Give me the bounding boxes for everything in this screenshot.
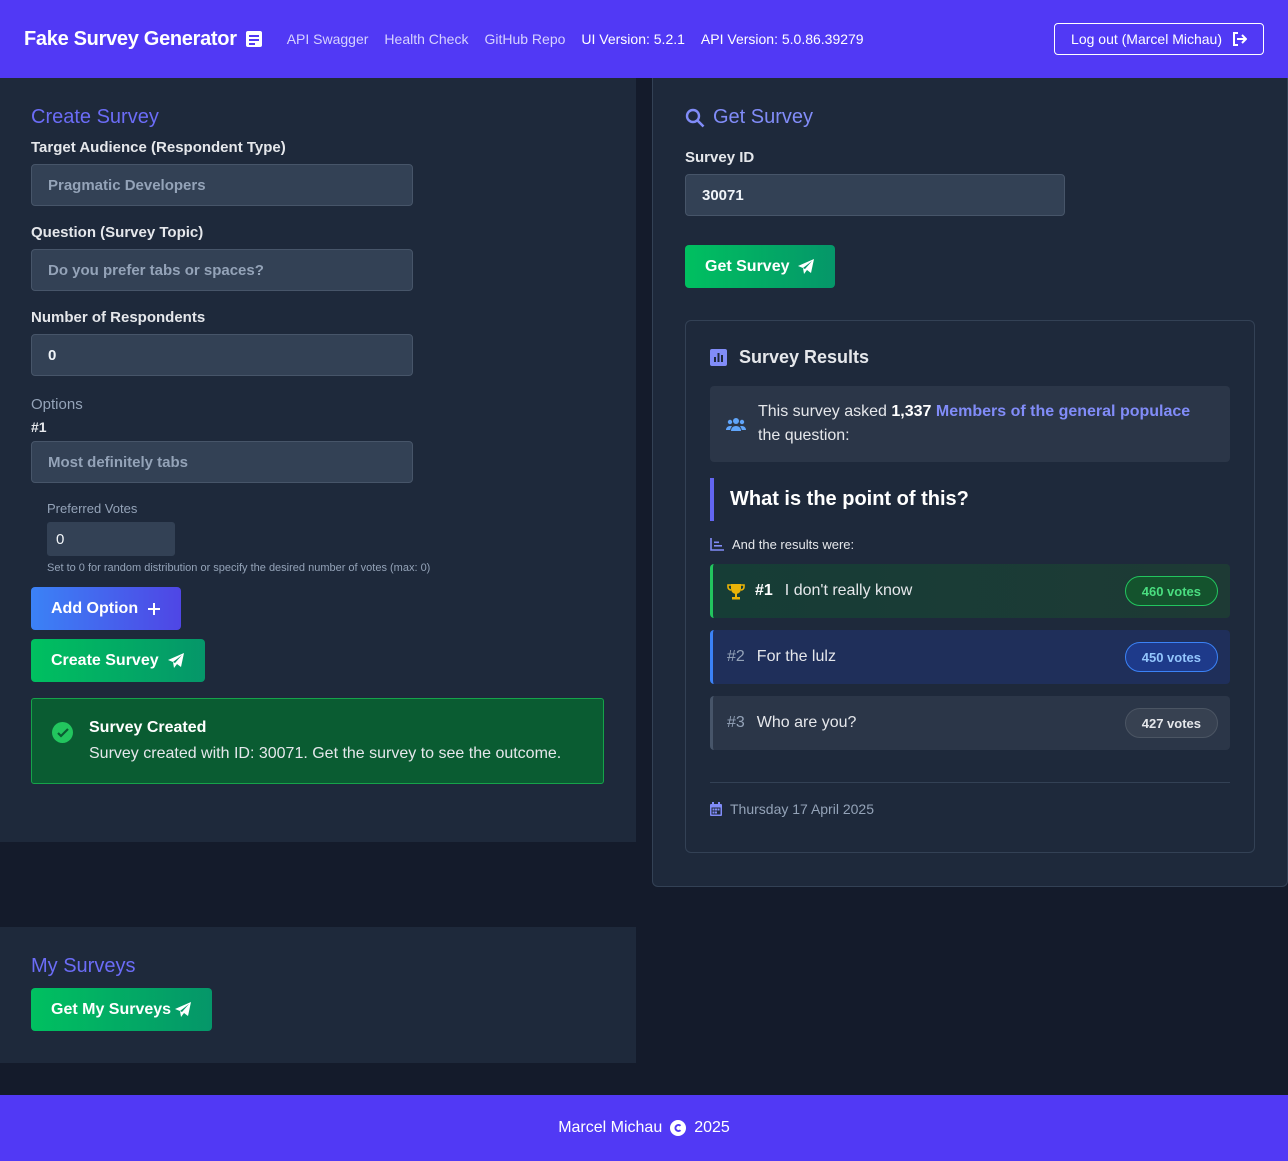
- get-my-surveys-label: Get My Surveys: [51, 1000, 172, 1018]
- question-label: Question (Survey Topic): [31, 224, 204, 241]
- result-label: For the lulz: [756, 648, 836, 665]
- survey-results-card: Survey Results This survey asked 1,337 M…: [685, 320, 1255, 853]
- audience-label: Target Audience (Respondent Type): [31, 139, 286, 156]
- survey-question: What is the point of this?: [710, 478, 1230, 521]
- add-option-button[interactable]: Add Option: [31, 587, 182, 630]
- alert-title: Survey Created: [89, 719, 207, 736]
- chart-bar-icon: [710, 349, 727, 366]
- get-survey-button[interactable]: Get Survey: [685, 245, 836, 288]
- search-icon: [685, 108, 705, 128]
- votes-badge: 460 votes: [1124, 576, 1218, 606]
- footer: Marcel Michau 2025: [0, 1095, 1288, 1161]
- preferred-votes-help: Set to 0 for random distribution or spec…: [47, 562, 431, 574]
- survey-results-title: Survey Results: [739, 347, 870, 367]
- respondent-count: 1,337: [891, 403, 932, 420]
- results-subtitle-row: And the results were:: [710, 537, 1230, 552]
- nav-link-api-swagger[interactable]: API Swagger: [287, 31, 369, 47]
- get-survey-label: Get Survey: [705, 257, 790, 275]
- result-rank: #3: [727, 714, 745, 731]
- trophy-icon: [727, 583, 745, 600]
- paper-plane-icon: [798, 258, 815, 275]
- nav-link-health-check[interactable]: Health Check: [384, 31, 468, 47]
- survey-id-label: Survey ID: [685, 149, 755, 166]
- create-survey-label: Create Survey: [51, 651, 159, 669]
- preferred-votes-label: Preferred Votes: [47, 501, 138, 516]
- add-option-label: Add Option: [51, 599, 139, 617]
- audience-input[interactable]: Pragmatic Developers: [31, 164, 413, 206]
- preferred-votes-input[interactable]: 0: [47, 522, 175, 556]
- create-survey-panel: Create Survey Target Audience (Responden…: [0, 78, 636, 842]
- create-survey-title: Create Survey: [31, 106, 159, 128]
- logout-button[interactable]: Log out (Marcel Michau): [1054, 23, 1264, 55]
- paper-plane-icon: [175, 1001, 192, 1018]
- result-label: I don't really know: [784, 582, 913, 599]
- question-input[interactable]: Do you prefer tabs or spaces?: [31, 249, 413, 291]
- logout-label: Log out (Marcel Michau): [1071, 31, 1222, 47]
- api-version: API Version: 5.0.86.39279: [700, 31, 864, 47]
- survey-info-box: This survey asked 1,337 Members of the g…: [710, 386, 1230, 462]
- get-survey-panel: Get Survey Survey ID 30071 Get Survey Su…: [652, 78, 1288, 887]
- footer-author: Marcel Michau: [558, 1119, 663, 1136]
- options-label: Options: [31, 396, 83, 413]
- nav-link-github-repo[interactable]: GitHub Repo: [484, 31, 565, 47]
- result-label: Who are you?: [756, 714, 857, 731]
- get-survey-heading: Get Survey: [685, 106, 1255, 129]
- survey-results-heading: Survey Results: [710, 347, 1230, 368]
- respondents-label: Number of Respondents: [31, 309, 206, 326]
- footer-year: 2025: [694, 1119, 730, 1136]
- brand-title: Fake Survey Generator: [24, 27, 237, 50]
- result-row: #2 For the lulz 450 votes: [710, 630, 1230, 684]
- results-subtitle: And the results were:: [732, 537, 855, 552]
- copyright-icon: [670, 1120, 687, 1136]
- plus-icon: [147, 602, 161, 616]
- info-suffix: the question:: [758, 427, 850, 444]
- divider: [710, 782, 1230, 783]
- respondents-input[interactable]: 0: [31, 334, 413, 376]
- preferred-votes-group: Preferred Votes 0 Set to 0 for random di…: [47, 501, 605, 574]
- survey-info-text: This survey asked 1,337 Members of the g…: [758, 400, 1214, 448]
- votes-badge: 450 votes: [1124, 642, 1218, 672]
- create-survey-button[interactable]: Create Survey: [31, 639, 205, 682]
- paper-plane-icon: [167, 652, 185, 669]
- info-prefix: This survey asked: [758, 403, 887, 420]
- nav-links: API Swagger Health Check GitHub Repo UI …: [287, 31, 880, 47]
- ui-version: UI Version: 5.2.1: [581, 31, 685, 47]
- my-surveys-panel: My Surveys Get My Surveys: [0, 927, 636, 1063]
- survey-created-alert: Survey Created Survey created with ID: 3…: [31, 698, 604, 784]
- votes-badge: 427 votes: [1124, 708, 1218, 738]
- survey-id-input[interactable]: 30071: [685, 174, 1065, 216]
- users-icon: [726, 416, 746, 432]
- survey-date: Thursday 17 April 2025: [730, 801, 874, 817]
- calendar-icon: [710, 802, 722, 816]
- get-my-surveys-button[interactable]: Get My Surveys: [31, 988, 213, 1031]
- option-number: #1: [31, 419, 47, 435]
- result-rank: #2: [727, 648, 745, 665]
- sign-out-icon: [1232, 32, 1247, 46]
- option-input[interactable]: Most definitely tabs: [31, 441, 413, 483]
- result-row: #3 Who are you? 427 votes: [710, 696, 1230, 750]
- alert-text: Survey created with ID: 30071. Get the s…: [89, 745, 562, 762]
- audience-name: Members of the general populace: [935, 403, 1191, 420]
- chart-line-icon: [710, 538, 724, 551]
- navbar: Fake Survey Generator API Swagger Health…: [0, 0, 1288, 78]
- date-row: Thursday 17 April 2025: [710, 801, 1230, 817]
- result-rank: #1: [755, 582, 773, 599]
- my-surveys-title: My Surveys: [31, 955, 136, 977]
- get-survey-title: Get Survey: [713, 106, 814, 128]
- result-row: #1 I don't really know 460 votes: [710, 564, 1230, 618]
- brand[interactable]: Fake Survey Generator: [24, 28, 263, 51]
- check-circle-icon: [52, 722, 73, 743]
- document-icon: [245, 30, 263, 48]
